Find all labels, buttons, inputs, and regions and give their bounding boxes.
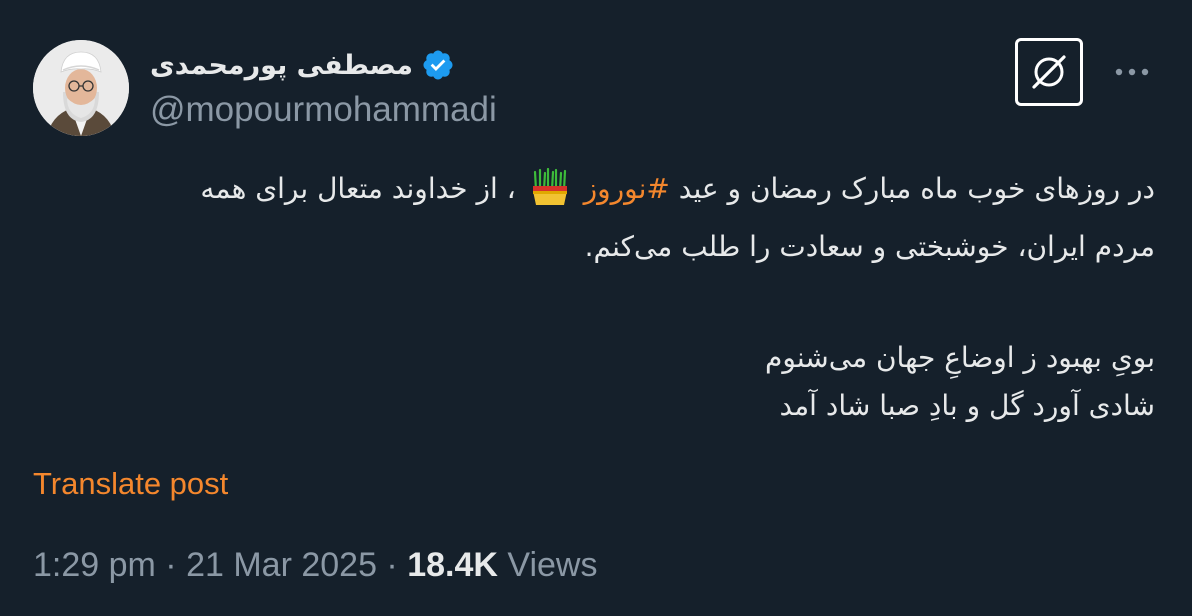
views-label: Views <box>497 546 598 584</box>
meta-separator: · <box>376 546 408 584</box>
author-handle[interactable]: @mopourmohammadi <box>150 90 497 130</box>
paragraph-break <box>25 276 1155 334</box>
meta-separator: · <box>155 546 187 584</box>
post-line-2: مردم ایران، خوشبختی و سعادت را طلب می‌کن… <box>584 230 1155 263</box>
post-text-before-hashtag: در روزهای خوب ماه مبارک رمضان و عید <box>678 172 1155 205</box>
sabzeh-icon <box>532 168 567 205</box>
grok-button[interactable] <box>1015 38 1083 106</box>
author-name-row: مصطفی پورمحمدی <box>150 40 455 90</box>
avatar[interactable] <box>33 40 129 136</box>
grok-icon <box>1032 55 1066 89</box>
more-icon <box>1115 68 1149 76</box>
views-count[interactable]: 18.4K <box>407 546 498 584</box>
post-meta: 1:29 pm · 21 Mar 2025 · 18.4K Views <box>33 546 597 585</box>
translate-post-link[interactable]: Translate post <box>33 466 228 502</box>
verified-badge-icon[interactable] <box>421 48 455 82</box>
author-display-name[interactable]: مصطفی پورمحمدی <box>150 50 413 81</box>
poem-line-2: شادی آورد گل و بادِ صبا شاد آمد <box>779 389 1155 422</box>
post-text-after-hashtag: ، از خداوند متعال برای همه <box>200 172 516 205</box>
post-date[interactable]: 21 Mar 2025 <box>186 546 377 584</box>
post-time[interactable]: 1:29 pm <box>33 546 156 584</box>
more-button[interactable] <box>1108 52 1156 92</box>
post-line-1: در روزهای خوب ماه مبارک رمضان و عید #نور… <box>25 160 1155 218</box>
hashtag-link[interactable]: #نوروز <box>584 172 670 205</box>
avatar-image <box>33 40 129 136</box>
post-text: در روزهای خوب ماه مبارک رمضان و عید #نور… <box>25 160 1155 430</box>
poem-line-1: بویِ بهبود ز اوضاعِ جهان می‌شنوم <box>765 341 1155 374</box>
